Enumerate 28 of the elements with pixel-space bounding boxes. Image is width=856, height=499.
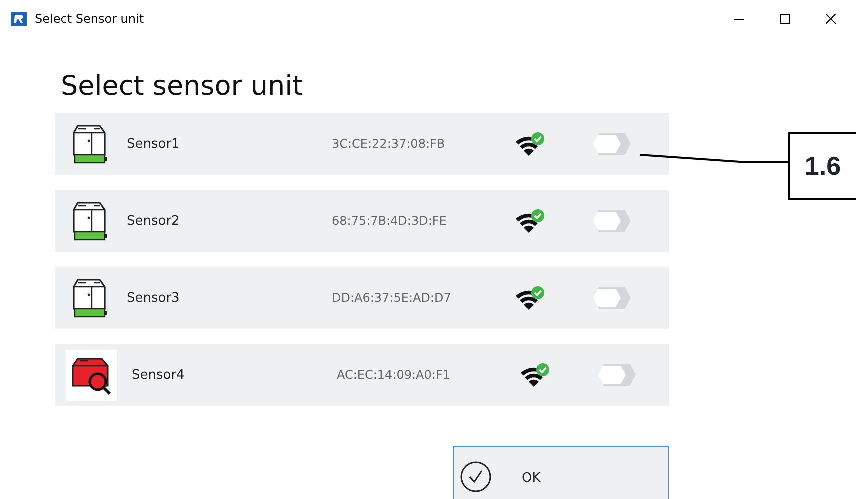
mac-address: DD:A6:37:5E:AD:D7 <box>332 290 452 308</box>
mac-address: AC:EC:14:09:A0:F1 <box>337 367 452 384</box>
sensor-name: Sensor2 <box>127 212 181 231</box>
mac-address: 68:75:7B:4D:3D:FE <box>332 213 448 230</box>
wifi-connected-icon <box>515 209 545 234</box>
maximize-icon <box>780 14 790 24</box>
wifi-connected-icon <box>515 286 545 310</box>
app-logo-icon <box>11 12 27 26</box>
sensor-name: Sensor3 <box>127 290 181 308</box>
wifi-connected-icon <box>520 363 550 388</box>
window-title: Select Sensor unit <box>35 11 144 28</box>
check-circle-icon <box>460 461 492 493</box>
sensor-battery-icon <box>70 200 110 242</box>
sensor-search-icon <box>66 350 117 401</box>
sensor-name: Sensor1 <box>127 136 181 154</box>
sensor-row[interactable]: Sensor2 68:75:7B:4D:3D:FE <box>55 190 669 252</box>
sensor-name: Sensor4 <box>132 366 186 385</box>
sensor-row[interactable]: Sensor1 3C:CE:22:37:08:FB <box>55 113 669 176</box>
sensor-row[interactable]: Sensor4 AC:EC:14:09:A0:F1 <box>55 344 669 406</box>
sensor-row[interactable]: Sensor3 DD:A6:37:5E:AD:D7 <box>55 267 669 330</box>
page-heading: Select sensor unit <box>61 71 304 104</box>
callout-label: 1.6 <box>788 132 856 200</box>
wifi-connected-icon <box>515 132 545 156</box>
sensor-battery-icon <box>70 277 110 320</box>
close-icon <box>826 14 836 24</box>
mac-address: 3C:CE:22:37:08:FB <box>332 136 446 154</box>
sensor-battery-icon <box>70 123 110 166</box>
ok-button[interactable]: OK <box>453 446 669 499</box>
